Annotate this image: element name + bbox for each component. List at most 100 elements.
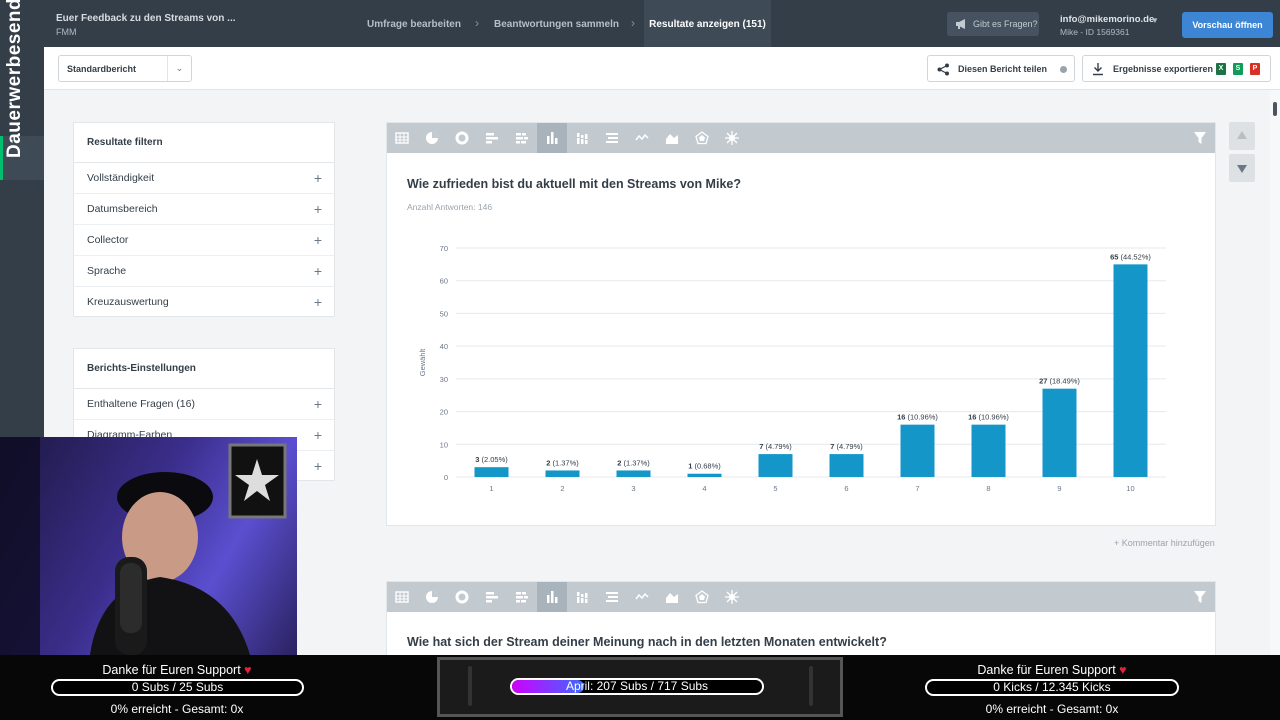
survey-subtitle: FMM — [56, 27, 77, 37]
chart-type-line-button[interactable] — [627, 582, 657, 612]
vertical-bar-icon — [547, 591, 558, 603]
bar — [616, 470, 651, 477]
bar — [474, 467, 509, 477]
y-tick-label: 0 — [444, 473, 448, 482]
move-up-button[interactable] — [1229, 122, 1255, 150]
report-select[interactable]: Standardbericht ⌄ — [58, 55, 192, 82]
add-comment-link[interactable]: + Kommentar hinzufügen — [1114, 538, 1215, 548]
data-label: 3 (2.05%) — [475, 455, 508, 464]
chart-type-vertical-bar-button[interactable] — [537, 582, 567, 612]
download-icon — [1093, 63, 1103, 76]
pie-icon — [426, 591, 438, 603]
step-view-results[interactable]: Resultate anzeigen (151) — [644, 0, 771, 47]
chart-type-horizontal-100-bar-button[interactable] — [597, 582, 627, 612]
y-tick-label: 40 — [440, 342, 448, 351]
step-collect-responses[interactable]: Beantwortungen sammeln — [489, 0, 624, 47]
user-email[interactable]: info@mikemorino.de — [1060, 14, 1154, 25]
chart-type-horizontal-bar-button[interactable] — [477, 582, 507, 612]
filter-item[interactable]: Vollständigkeit + — [74, 163, 334, 194]
plus-icon[interactable]: + — [314, 451, 322, 482]
data-label: 16 (10.96%) — [968, 413, 1009, 422]
chart-type-donut-button[interactable] — [447, 582, 477, 612]
pdf-icon[interactable]: P — [1250, 63, 1260, 75]
y-tick-label: 70 — [440, 244, 448, 253]
chart-type-pie-button[interactable] — [417, 582, 447, 612]
filter-item[interactable]: Sprache + — [74, 256, 334, 287]
top-bar: Euer Feedback zu den Streams von ... FMM… — [44, 0, 1280, 47]
chart-type-stacked-vertical-bar-button[interactable] — [567, 582, 597, 612]
triangle-up-icon — [1237, 131, 1247, 139]
question-card: Wie zufrieden bist du aktuell mit den St… — [386, 122, 1216, 526]
webcam-overlay — [0, 437, 297, 655]
plus-icon[interactable]: + — [314, 287, 322, 318]
streamer-webcam-image — [0, 437, 287, 655]
plus-icon[interactable]: + — [314, 389, 322, 420]
filter-item[interactable]: Collector + — [74, 225, 334, 256]
chart-type-radar-button[interactable] — [687, 582, 717, 612]
report-toolbar: Standardbericht ⌄ Diesen Bericht teilen … — [44, 47, 1280, 90]
filter-item-label: Collector — [87, 234, 129, 246]
rail-overlay-text: Dauerwerbesendung — [4, 0, 25, 158]
support-title-left: Danke für Euren Support ♥ — [102, 663, 252, 677]
move-down-button[interactable] — [1229, 154, 1255, 182]
preview-button[interactable]: Vorschau öffnen — [1182, 12, 1273, 38]
report-select-value: Standardbericht — [67, 64, 137, 74]
scrollbar[interactable] — [1270, 90, 1280, 655]
share-report-button[interactable]: Diesen Bericht teilen — [927, 55, 1075, 82]
plus-icon[interactable]: + — [314, 256, 322, 287]
y-tick-label: 30 — [440, 375, 448, 384]
chart-type-burst-button[interactable] — [717, 582, 747, 612]
question-title: Wie hat sich der Stream deiner Meinung n… — [407, 635, 887, 649]
x-tick-label: 10 — [1126, 484, 1134, 493]
data-label: 2 (1.37%) — [617, 458, 650, 467]
stream-overlay-bar: Danke für Euren Support ♥ 0 Subs / 25 Su… — [0, 655, 1280, 720]
chart-type-stacked-horizontal-bar-button[interactable] — [507, 582, 537, 612]
y-tick-label: 60 — [440, 277, 448, 286]
export-results-label: Ergebnisse exportieren — [1113, 64, 1214, 74]
filter-panel: Resultate filtern Vollständigkeit + Datum… — [73, 122, 335, 317]
monthly-goal-box: April: 207 Subs / 717 Subs — [437, 657, 843, 717]
settings-item[interactable]: Enthaltene Fragen (16) + — [74, 389, 334, 420]
chart-type-area-button[interactable] — [657, 582, 687, 612]
filter-item-label: Kreuzauswertung — [87, 296, 169, 308]
burst-icon — [725, 590, 739, 604]
heart-icon: ♥ — [244, 663, 252, 677]
excel-icon[interactable]: X — [1216, 63, 1226, 75]
scrollbar-thumb[interactable] — [1273, 102, 1277, 116]
table-icon — [395, 591, 409, 603]
help-button-label: Gibt es Fragen? — [973, 19, 1038, 29]
survey-title[interactable]: Euer Feedback zu den Streams von ... — [56, 13, 236, 24]
x-tick-label: 4 — [702, 484, 706, 493]
monthly-goal-progress-text: April: 207 Subs / 717 Subs — [565, 679, 709, 693]
step-edit-survey[interactable]: Umfrage bearbeiten — [354, 0, 474, 47]
share-icon — [937, 63, 949, 76]
chart-type-table-button[interactable] — [387, 582, 417, 612]
plus-icon[interactable]: + — [314, 420, 322, 451]
bar — [545, 470, 580, 477]
plus-icon[interactable]: + — [314, 163, 322, 194]
bar — [829, 454, 864, 477]
chart-type-toolbar — [387, 582, 1215, 612]
chevron-down-icon: ⌄ — [167, 56, 191, 81]
sheets-icon[interactable]: S — [1233, 63, 1243, 75]
divider — [809, 666, 813, 706]
bar-chart: 0 10 20 30 40 50 60 70 Gewählt 1 3 (2.05%) 2 2 (1.37… — [418, 244, 1166, 493]
horizontal-100-bar-icon — [606, 592, 618, 602]
bar — [900, 424, 935, 477]
share-status-dot — [1060, 66, 1067, 73]
monthly-goal-progress-bar: April: 207 Subs / 717 Subs — [510, 678, 764, 695]
filter-item[interactable]: Datumsbereich + — [74, 194, 334, 225]
filter-icon[interactable] — [1193, 590, 1207, 604]
plus-icon[interactable]: + — [314, 194, 322, 225]
help-button[interactable]: Gibt es Fragen? — [947, 12, 1039, 36]
filter-item[interactable]: Kreuzauswertung + — [74, 287, 334, 318]
settings-item-label: Enthaltene Fragen (16) — [87, 398, 195, 410]
export-results-button[interactable]: Ergebnisse exportieren X S P — [1082, 55, 1271, 82]
filter-item-label: Sprache — [87, 265, 127, 277]
bar — [758, 454, 793, 477]
x-tick-label: 3 — [631, 484, 635, 493]
data-label: 27 (18.49%) — [1039, 377, 1080, 386]
plus-icon[interactable]: + — [314, 225, 322, 256]
line-icon — [635, 592, 649, 600]
chevron-down-icon[interactable]: ▼ — [1151, 16, 1159, 25]
